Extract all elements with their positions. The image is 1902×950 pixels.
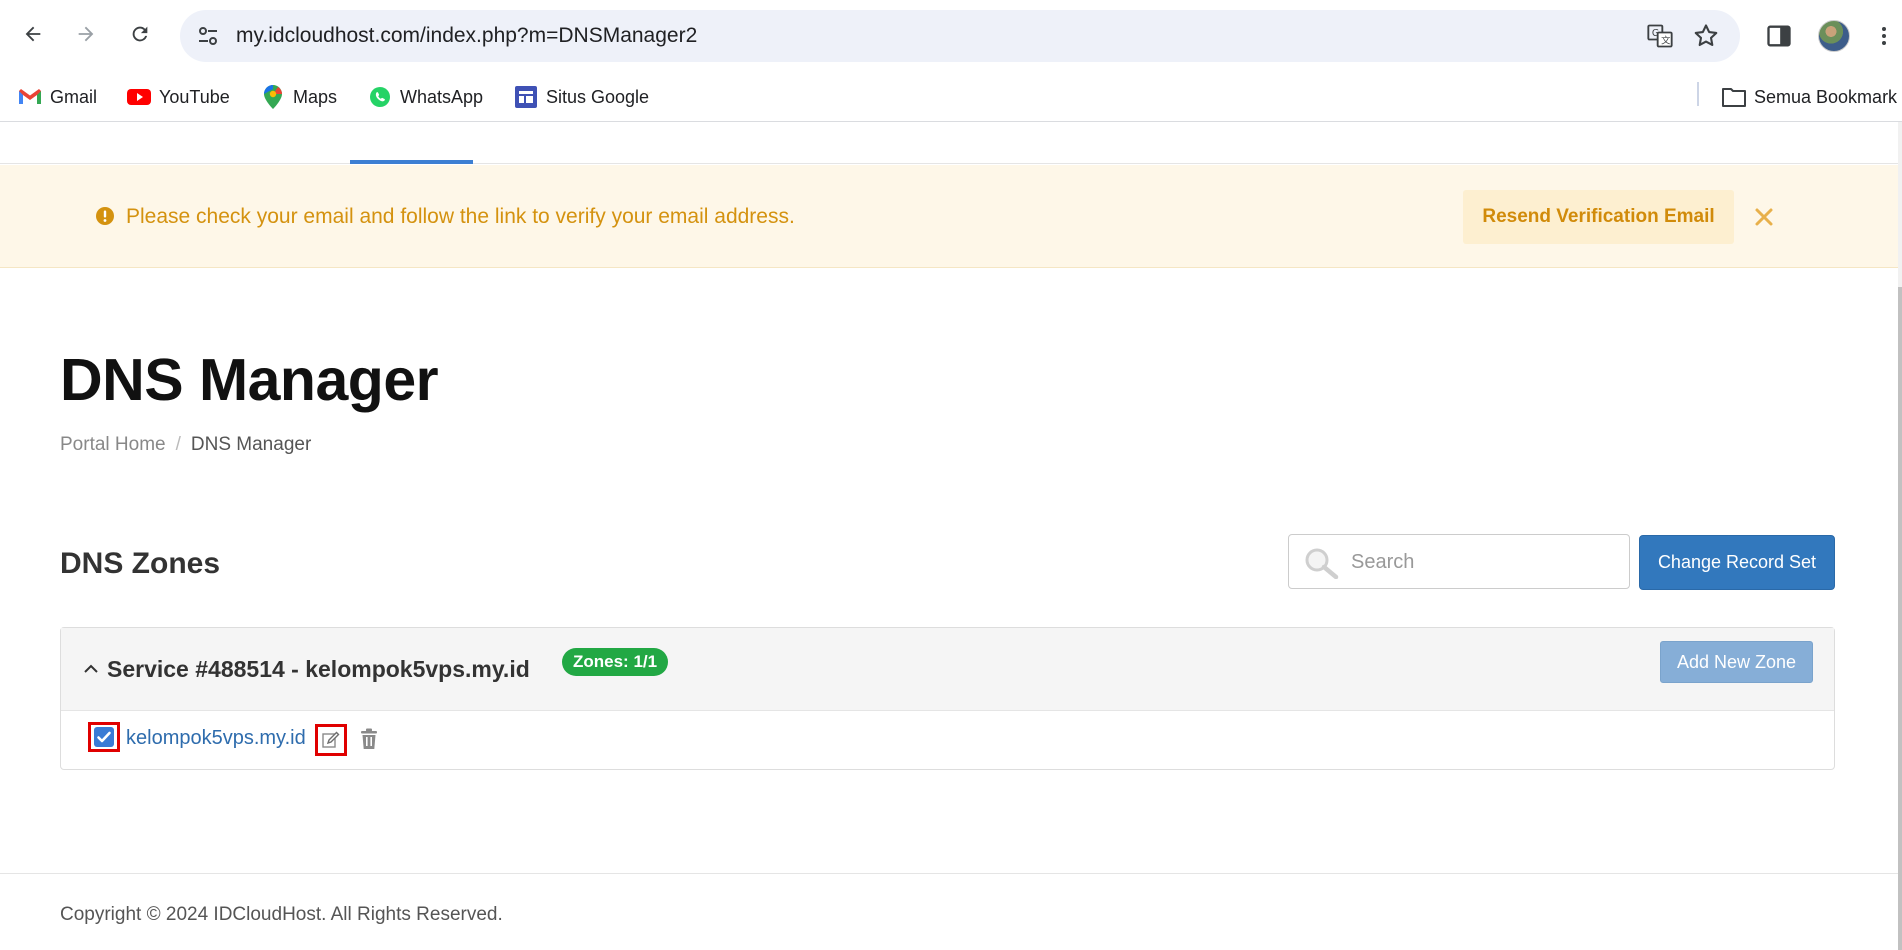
bookmark-gmail[interactable]: Gmail [18, 80, 97, 114]
service-panel-header[interactable]: Service #488514 - kelompok5vps.my.id Zon… [61, 628, 1834, 711]
bookmark-label: WhatsApp [400, 86, 484, 107]
more-vert-icon[interactable] [1872, 22, 1896, 50]
browser-toolbar: my.idcloudhost.com/index.php?m=DNSManage… [0, 0, 1902, 72]
bookmarks-bar: Gmail YouTube Maps WhatsApp Situs Google… [0, 72, 1902, 122]
translate-icon[interactable]: G 文 [1646, 22, 1674, 50]
arrow-left-icon [25, 26, 41, 42]
zone-checkbox[interactable] [88, 722, 120, 752]
verify-email-alert: Please check your email and follow the l… [0, 165, 1898, 268]
maps-icon [261, 85, 285, 109]
top-nav [0, 122, 1898, 164]
footer-divider [0, 873, 1898, 874]
bookmark-label: Gmail [50, 86, 98, 107]
url-text[interactable]: my.idcloudhost.com/index.php?m=DNSManage… [236, 24, 697, 48]
zones-count-badge: Zones: 1/1 [562, 648, 669, 676]
gmail-icon [18, 85, 42, 109]
alert-message: Please check your email and follow the l… [126, 205, 795, 228]
bookmark-situs-google[interactable]: Situs Google [514, 80, 649, 114]
bookmark-youtube[interactable]: YouTube [127, 80, 230, 114]
address-bar[interactable]: my.idcloudhost.com/index.php?m=DNSManage… [180, 10, 1740, 62]
reload-icon [132, 26, 148, 42]
bookmark-maps[interactable]: Maps [261, 80, 337, 114]
arrow-right-icon [78, 26, 94, 42]
forward-button[interactable] [68, 16, 104, 52]
bookmark-label: Situs Google [546, 86, 650, 107]
trash-icon[interactable] [359, 728, 379, 750]
bookmark-label: Maps [293, 86, 338, 107]
bookmark-label: YouTube [159, 86, 230, 107]
all-bookmarks-button[interactable]: Semua Bookmark [1722, 80, 1897, 114]
zone-row: kelompok5vps.my.id [61, 712, 1834, 769]
add-new-zone-button[interactable]: Add New Zone [1660, 641, 1813, 683]
pencil-edit-icon [322, 731, 340, 748]
chevron-up-icon[interactable] [83, 662, 99, 674]
active-tab-indicator [350, 160, 473, 164]
exclamation-circle-icon [96, 207, 114, 225]
folder-icon [1722, 85, 1746, 109]
breadcrumb-current: DNS Manager [190, 434, 312, 455]
close-icon[interactable] [1752, 205, 1776, 229]
change-record-set-button[interactable]: Change Record Set [1639, 535, 1835, 590]
bookmarks-separator [1697, 82, 1699, 106]
dns-zones-heading: DNS Zones [60, 547, 221, 580]
service-panel: Service #488514 - kelompok5vps.my.id Zon… [60, 627, 1835, 770]
bookmark-star-icon[interactable] [1692, 22, 1720, 50]
svg-text:G: G [1652, 28, 1659, 39]
profile-avatar[interactable] [1818, 20, 1850, 52]
edit-zone-button[interactable] [315, 724, 347, 756]
page-content: Please check your email and follow the l… [0, 122, 1898, 950]
breadcrumb: Portal Home / DNS Manager [60, 434, 311, 456]
side-panel-icon[interactable] [1765, 22, 1793, 50]
search-input[interactable] [1351, 543, 1621, 581]
bookmark-whatsapp[interactable]: WhatsApp [368, 80, 483, 114]
all-bookmarks-label: Semua Bookmark [1754, 86, 1898, 107]
svg-text:文: 文 [1661, 35, 1670, 47]
checkmark-icon [94, 727, 114, 747]
site-settings-icon[interactable] [196, 24, 220, 48]
breadcrumb-home-link[interactable]: Portal Home [60, 434, 166, 455]
breadcrumb-separator: / [175, 434, 181, 455]
zone-domain-link[interactable]: kelompok5vps.my.id [126, 727, 306, 750]
google-sites-icon [514, 85, 538, 109]
copyright-text: Copyright © 2024 IDCloudHost. All Rights… [60, 904, 503, 925]
whatsapp-icon [368, 85, 392, 109]
page-title: DNS Manager [60, 347, 439, 413]
youtube-icon [127, 85, 151, 109]
page-scrollbar[interactable] [1898, 122, 1902, 950]
resend-verification-button[interactable]: Resend Verification Email [1463, 190, 1734, 244]
search-box[interactable] [1288, 534, 1630, 589]
back-button[interactable] [15, 16, 51, 52]
reload-button[interactable] [122, 16, 158, 52]
service-title: Service #488514 - kelompok5vps.my.id [107, 656, 530, 682]
search-icon [1305, 548, 1339, 579]
scrollbar-thumb[interactable] [1898, 287, 1902, 950]
